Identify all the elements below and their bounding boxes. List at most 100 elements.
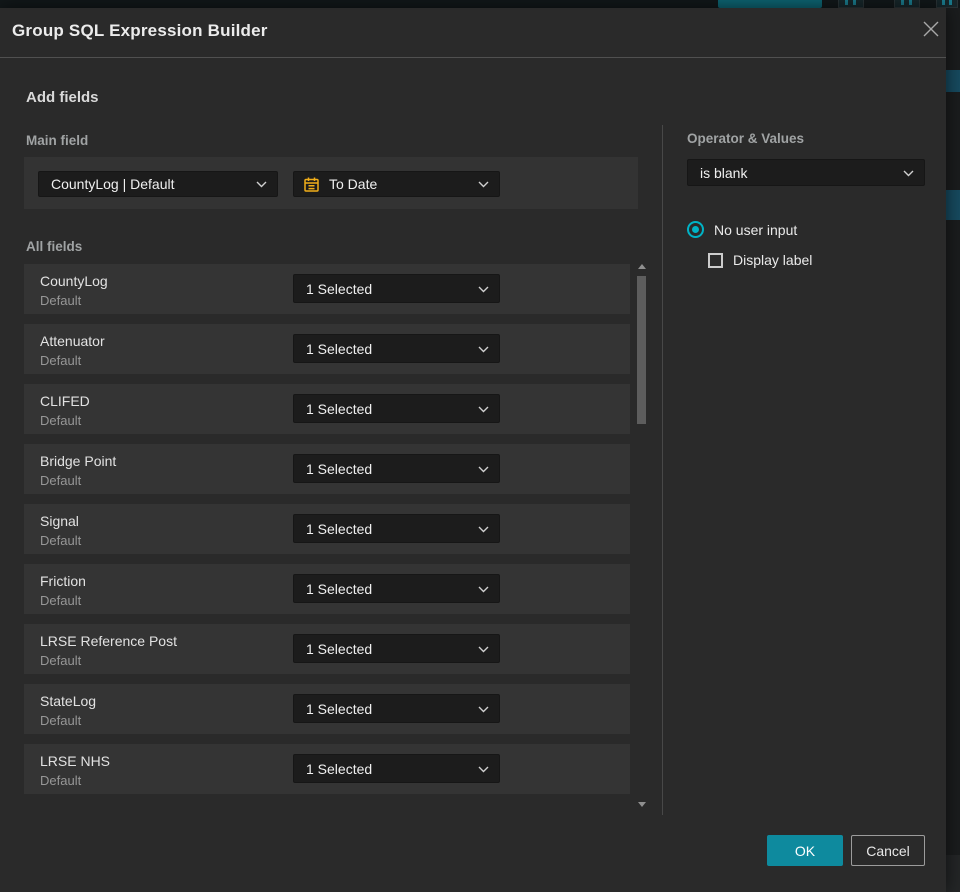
field-name: StateLog bbox=[40, 693, 97, 709]
selected-count: 1 Selected bbox=[306, 340, 373, 357]
field-subtitle: Default bbox=[40, 713, 82, 728]
bar-icon bbox=[942, 0, 945, 5]
field-row-lrse-nhs: LRSE NHS Default 1 Selected bbox=[24, 744, 630, 794]
field-row-countylog: CountyLog Default 1 Selected bbox=[24, 264, 630, 314]
header-divider bbox=[0, 57, 946, 58]
radio-selected-icon bbox=[687, 221, 704, 238]
background-panel-item bbox=[946, 70, 960, 92]
add-fields-heading: Add fields bbox=[26, 89, 99, 106]
field-row-statelog: StateLog Default 1 Selected bbox=[24, 684, 630, 734]
bar-icon bbox=[949, 0, 952, 5]
field-subtitle: Default bbox=[40, 293, 82, 308]
display-label-text: Display label bbox=[733, 252, 813, 268]
scroll-up-arrow-icon[interactable] bbox=[638, 264, 646, 269]
main-field-date-value: To Date bbox=[329, 176, 378, 192]
chevron-down-icon bbox=[478, 466, 489, 473]
operator-select-value: is blank bbox=[700, 164, 748, 181]
display-label-checkbox[interactable]: Display label bbox=[708, 252, 812, 268]
toolbar-tile bbox=[838, 0, 864, 8]
field-selected-dropdown[interactable]: 1 Selected bbox=[293, 634, 500, 663]
field-selected-dropdown[interactable]: 1 Selected bbox=[293, 334, 500, 363]
selected-count: 1 Selected bbox=[306, 580, 373, 597]
field-selected-dropdown[interactable]: 1 Selected bbox=[293, 574, 500, 603]
dialog-group-sql-expression-builder: Group SQL Expression Builder Add fields … bbox=[0, 8, 946, 892]
main-field-date-select[interactable]: To Date bbox=[293, 171, 500, 197]
field-row-friction: Friction Default 1 Selected bbox=[24, 564, 630, 614]
field-subtitle: Default bbox=[40, 593, 82, 608]
field-row-lrse-reference-post: LRSE Reference Post Default 1 Selected bbox=[24, 624, 630, 674]
field-subtitle: Default bbox=[40, 533, 82, 548]
field-subtitle: Default bbox=[40, 353, 82, 368]
background-panel-item bbox=[946, 855, 960, 892]
screen: Live view Group SQL Expression Builder bbox=[0, 0, 960, 892]
field-subtitle: Default bbox=[40, 473, 82, 488]
chevron-down-icon bbox=[478, 526, 489, 533]
field-subtitle: Default bbox=[40, 413, 82, 428]
checkbox-unchecked-icon bbox=[708, 252, 723, 268]
field-row-attenuator: Attenuator Default 1 Selected bbox=[24, 324, 630, 374]
operator-values-label: Operator & Values bbox=[687, 131, 805, 146]
field-selected-dropdown[interactable]: 1 Selected bbox=[293, 394, 500, 423]
selected-count: 1 Selected bbox=[306, 520, 373, 537]
selected-count: 1 Selected bbox=[306, 400, 373, 417]
selected-count: 1 Selected bbox=[306, 640, 373, 657]
dialog-header: Group SQL Expression Builder bbox=[0, 8, 946, 58]
dialog-title: Group SQL Expression Builder bbox=[12, 21, 268, 40]
panel-divider bbox=[662, 125, 663, 815]
field-selected-dropdown[interactable]: 1 Selected bbox=[293, 454, 500, 483]
chevron-down-icon bbox=[478, 586, 489, 593]
field-selected-dropdown[interactable]: 1 Selected bbox=[293, 754, 500, 783]
live-view-button[interactable]: Live view bbox=[718, 0, 822, 8]
field-name: LRSE NHS bbox=[40, 753, 111, 769]
field-name: CountyLog bbox=[40, 273, 108, 289]
bar-icon bbox=[845, 0, 848, 5]
chevron-down-icon bbox=[478, 766, 489, 773]
chevron-down-icon bbox=[256, 181, 267, 188]
live-view-label: Live view bbox=[738, 0, 791, 3]
selected-count: 1 Selected bbox=[306, 460, 373, 477]
field-name: Signal bbox=[40, 513, 79, 529]
scrollbar[interactable] bbox=[635, 260, 648, 812]
field-name: LRSE Reference Post bbox=[40, 633, 177, 649]
field-name: Bridge Point bbox=[40, 453, 117, 469]
no-user-input-label: No user input bbox=[714, 221, 798, 238]
field-row-signal: Signal Default 1 Selected bbox=[24, 504, 630, 554]
chevron-down-icon bbox=[903, 170, 914, 177]
calendar-icon bbox=[303, 176, 320, 193]
background-app-toolbar: Live view bbox=[0, 0, 960, 8]
bar-icon bbox=[853, 0, 856, 5]
field-selected-dropdown[interactable]: 1 Selected bbox=[293, 694, 500, 723]
field-selected-dropdown[interactable]: 1 Selected bbox=[293, 514, 500, 543]
background-app-panel bbox=[946, 8, 960, 892]
scrollbar-thumb[interactable] bbox=[637, 276, 646, 424]
background-panel-item bbox=[946, 190, 960, 220]
close-icon[interactable] bbox=[918, 17, 944, 43]
field-name: Attenuator bbox=[40, 333, 105, 349]
field-name: CLIFED bbox=[40, 393, 90, 409]
main-field-select-value: CountyLog | Default bbox=[51, 176, 175, 192]
chevron-down-icon bbox=[478, 286, 489, 293]
selected-count: 1 Selected bbox=[306, 760, 373, 777]
chevron-down-icon bbox=[478, 646, 489, 653]
cancel-button[interactable]: Cancel bbox=[851, 835, 925, 866]
main-field-select[interactable]: CountyLog | Default bbox=[38, 171, 278, 197]
all-fields-label: All fields bbox=[26, 239, 83, 254]
all-fields-list: CountyLog Default 1 Selected Attenuator … bbox=[24, 264, 630, 804]
scroll-down-arrow-icon[interactable] bbox=[638, 802, 646, 807]
selected-count: 1 Selected bbox=[306, 280, 373, 297]
chevron-down-icon bbox=[478, 406, 489, 413]
main-field-label: Main field bbox=[26, 133, 89, 148]
field-selected-dropdown[interactable]: 1 Selected bbox=[293, 274, 500, 303]
no-user-input-radio[interactable]: No user input bbox=[687, 221, 797, 238]
ok-button[interactable]: OK bbox=[767, 835, 843, 866]
toolbar-tile bbox=[894, 0, 920, 8]
chevron-down-icon bbox=[478, 181, 489, 188]
selected-count: 1 Selected bbox=[306, 700, 373, 717]
field-row-bridge-point: Bridge Point Default 1 Selected bbox=[24, 444, 630, 494]
bar-icon bbox=[909, 0, 912, 5]
chevron-down-icon bbox=[478, 706, 489, 713]
bar-icon bbox=[901, 0, 904, 5]
field-row-clifed: CLIFED Default 1 Selected bbox=[24, 384, 630, 434]
field-subtitle: Default bbox=[40, 773, 82, 788]
operator-select[interactable]: is blank bbox=[687, 159, 925, 186]
